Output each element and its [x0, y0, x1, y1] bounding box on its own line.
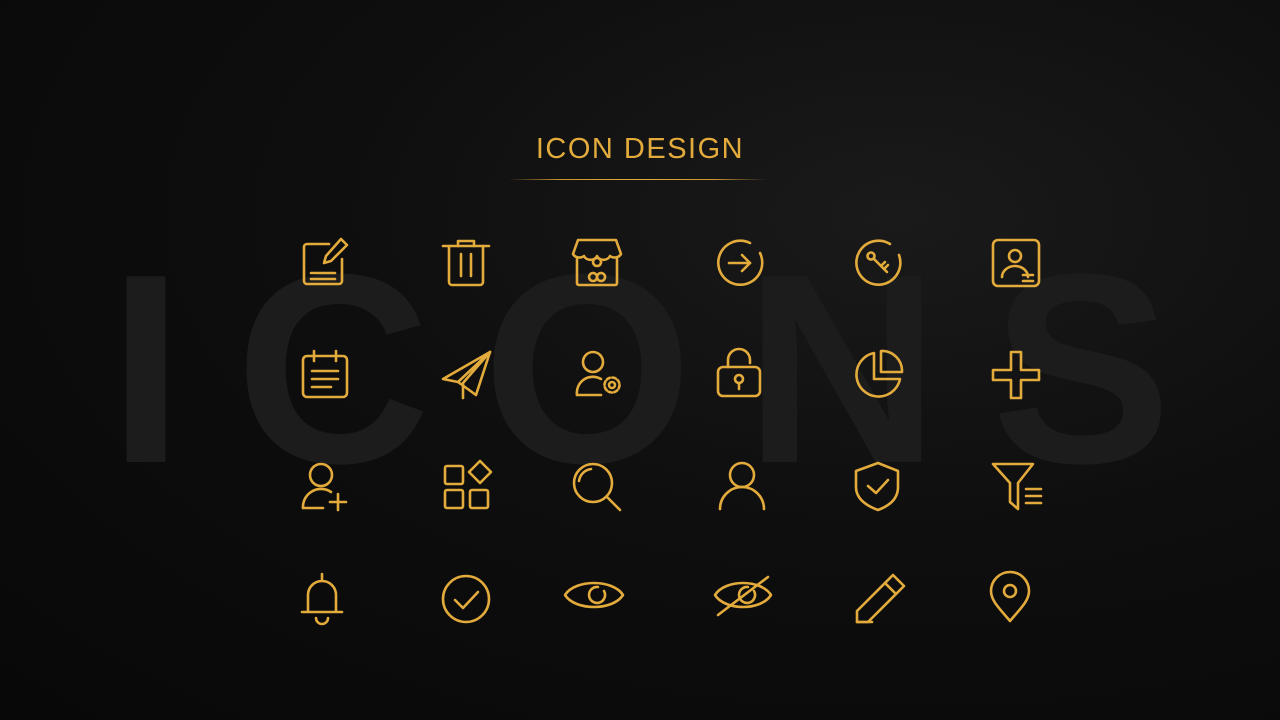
eye-off-icon [712, 571, 773, 627]
apps-grid-icon [438, 459, 494, 515]
key-circle-icon [850, 235, 906, 291]
bell-icon [297, 571, 353, 627]
shield-check-icon [850, 459, 906, 515]
contact-card-icon [988, 235, 1044, 291]
check-circle-icon [438, 571, 494, 627]
filter-list-icon [988, 459, 1044, 515]
user-icon [712, 459, 768, 515]
calendar-icon [297, 347, 353, 403]
location-pin-icon [988, 570, 1044, 627]
title-underline [508, 179, 766, 180]
background-watermark: ICONS [108, 219, 1224, 520]
trash-icon [438, 235, 494, 291]
page-title: ICON DESIGN [535, 133, 745, 165]
add-user-icon [297, 459, 353, 515]
canvas: ICONS ICON DESIGN [0, 0, 1280, 720]
plus-icon [988, 347, 1044, 403]
user-settings-icon [569, 347, 625, 403]
unlock-icon [712, 347, 768, 403]
search-icon [569, 459, 625, 515]
store-icon [569, 235, 625, 291]
pencil-icon [850, 571, 906, 627]
pie-chart-icon [850, 347, 906, 403]
send-paper-plane-icon [438, 347, 494, 403]
edit-note-icon [297, 235, 353, 291]
eye-icon [563, 571, 625, 627]
arrow-right-circle-icon [712, 235, 768, 291]
